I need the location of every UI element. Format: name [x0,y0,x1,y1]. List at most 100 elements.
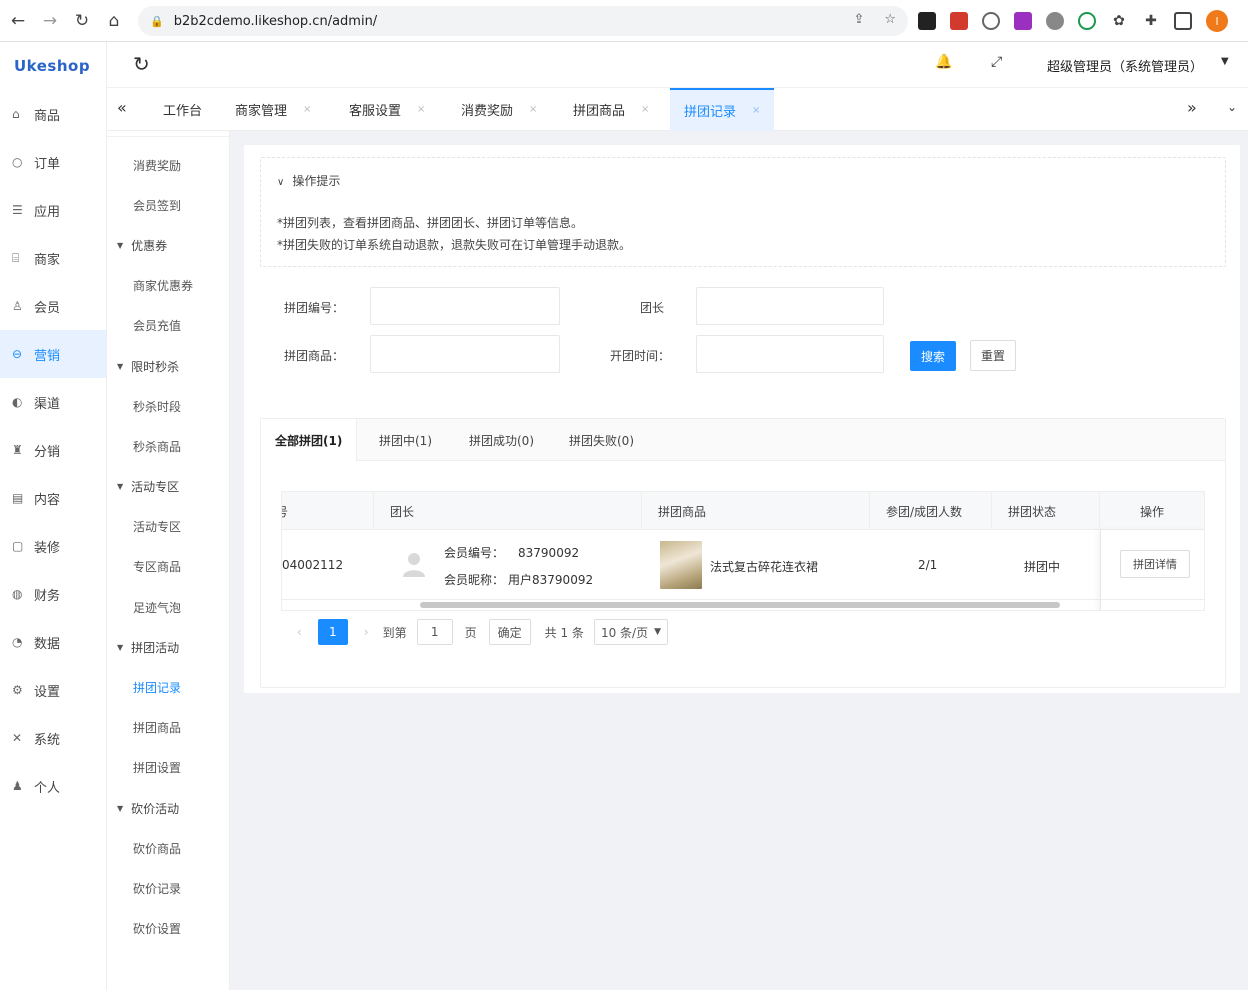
tab-1[interactable]: 商家管理 × [221,88,325,131]
extension-icon[interactable] [982,12,1000,30]
sidebar-item-13[interactable]: ✕ 系统 [0,714,106,762]
back-icon[interactable]: ← [2,5,34,37]
chevron-down-icon[interactable]: ⌄ [1227,100,1237,114]
subside-item-3[interactable]: 商家优惠券 [107,266,229,306]
reload-icon[interactable]: ↻ [66,5,98,37]
page-1[interactable]: 1 [317,619,348,645]
content-icon: ▤ [12,491,24,505]
close-icon[interactable]: × [529,104,537,115]
refresh-icon[interactable]: ↻ [133,52,150,76]
tab-3[interactable]: 消费奖励 × [447,88,551,131]
subside-item-8[interactable]: ▼ 活动专区 [107,467,229,507]
subside-item-label: 拼团商品 [133,721,182,736]
home-icon[interactable]: ⌂ [98,5,130,37]
tab-all[interactable]: 全部拼团(1) [261,419,358,461]
sidebar-item-label: 数据 [34,636,61,652]
subside-item-9[interactable]: 活动专区 [107,507,229,547]
subside-item-0[interactable]: 消费奖励 [107,145,229,185]
share-icon[interactable]: ⇪ [853,12,864,27]
sidepanel-icon[interactable] [1174,12,1192,30]
goto-confirm-button[interactable]: 确定 [488,619,531,645]
caret-down-icon[interactable]: ▼ [1221,56,1229,67]
tab-success[interactable]: 拼团成功(0) [455,419,548,461]
sidebar-item-4[interactable]: ♙ 会员 [0,282,106,330]
subside-item-14[interactable]: 拼团商品 [107,708,229,748]
subside-item-label: 拼团记录 [133,681,182,696]
subside-item-18[interactable]: 砍价记录 [107,868,229,908]
subside-item-5[interactable]: ▼ 限时秒杀 [107,346,229,386]
sidebar-item-14[interactable]: ♟ 个人 [0,762,106,810]
subside-item-13[interactable]: 拼团记录 [107,667,229,707]
subside-item-17[interactable]: 砍价商品 [107,828,229,868]
sidebar-item-1[interactable]: ○ 订单 [0,138,106,186]
team-no-input[interactable] [370,287,560,325]
goods-label: 拼团商品： [284,349,345,363]
sidebar-item-6[interactable]: ◐ 渠道 [0,378,106,426]
tab-5[interactable]: 拼团记录 × [670,88,775,131]
goto-page-input[interactable]: 1 [416,619,453,645]
goods-input[interactable] [370,335,560,373]
forward-icon[interactable]: → [34,5,66,37]
subside-item-16[interactable]: ▼ 砍价活动 [107,788,229,828]
address-bar[interactable]: 🔒 b2b2cdemo.likeshop.cn/admin/ ⇪ ☆ [138,6,908,36]
sidebar-item-5[interactable]: ⊖ 营销 [0,330,106,378]
next-page-icon[interactable]: › [364,625,369,639]
extension-icon[interactable] [1046,12,1064,30]
subside-item-12[interactable]: ▼ 拼团活动 [107,627,229,667]
subside-item-4[interactable]: 会员充值 [107,306,229,346]
double-left-icon[interactable]: « [117,98,127,117]
tab-ongoing[interactable]: 拼团中(1) [365,419,446,461]
tips-toggle[interactable]: ∨ 操作提示 [277,172,340,189]
user-icon: ♙ [12,299,23,313]
subside-item-11[interactable]: 足迹气泡 [107,587,229,627]
group-detail-button[interactable]: 拼团详情 [1120,550,1190,578]
tab-2[interactable]: 客服设置 × [335,88,439,131]
extension-icon[interactable] [1014,12,1032,30]
subside-item-label: 消费奖励 [133,158,182,173]
open-time-input[interactable] [696,335,884,373]
close-icon[interactable]: × [303,104,311,115]
extension-icon[interactable] [1078,12,1096,30]
close-icon[interactable]: × [417,104,425,115]
tab-0[interactable]: 工作台 [149,88,216,131]
sidebar-item-8[interactable]: ▤ 内容 [0,474,106,522]
sidebar-item-3[interactable]: ⌸ 商家 [0,234,106,282]
extension-icon[interactable] [918,12,936,30]
person-icon: ♟ [12,779,23,793]
tab-label: 拼团记录 [684,105,737,120]
sidebar-item-2[interactable]: ☰ 应用 [0,186,106,234]
bell-icon[interactable]: 🔔 [935,54,952,70]
sidebar-item-10[interactable]: ◍ 财务 [0,570,106,618]
extension-icon[interactable] [950,12,968,30]
sidebar-item-0[interactable]: ⌂ 商品 [0,90,106,138]
user-name[interactable]: 超级管理员（系统管理员） [1047,56,1203,75]
subside-item-15[interactable]: 拼团设置 [107,748,229,788]
subside-item-19[interactable]: 砍价设置 [107,909,229,949]
profile-avatar[interactable]: l [1206,10,1228,32]
tab-failed[interactable]: 拼团失败(0) [555,419,648,461]
search-button[interactable]: 搜索 [910,341,956,371]
double-right-icon[interactable]: » [1187,98,1197,117]
pagination: ‹ 1 › 到第 1 页 确定 共 1 条 10 条/页 ▼ [297,619,668,645]
page-size-select[interactable]: 10 条/页 ▼ [593,619,668,645]
prev-page-icon[interactable]: ‹ [297,625,302,639]
subside-item-2[interactable]: ▼ 优惠券 [107,225,229,265]
sidebar-item-9[interactable]: ▢ 装修 [0,522,106,570]
sidebar-item-12[interactable]: ⚙ 设置 [0,666,106,714]
subside-item-1[interactable]: 会员签到 [107,185,229,225]
subside-item-10[interactable]: 专区商品 [107,547,229,587]
subside-item-6[interactable]: 秒杀时段 [107,386,229,426]
bookmark-star-icon[interactable]: ☆ [884,12,896,27]
horizontal-scrollbar[interactable] [420,602,1060,608]
sidebar-item-7[interactable]: ♜ 分销 [0,426,106,474]
fullscreen-icon[interactable]: ⤢ [991,54,1002,70]
leader-input[interactable] [696,287,884,325]
reset-button[interactable]: 重置 [970,340,1016,371]
close-icon[interactable]: × [752,105,760,116]
extension-icon[interactable]: ✿ [1110,12,1128,30]
sidebar-item-11[interactable]: ◔ 数据 [0,618,106,666]
close-icon[interactable]: × [641,104,649,115]
puzzle-icon[interactable]: ✚ [1142,12,1160,30]
tab-4[interactable]: 拼团商品 × [559,88,663,131]
subside-item-7[interactable]: 秒杀商品 [107,426,229,466]
